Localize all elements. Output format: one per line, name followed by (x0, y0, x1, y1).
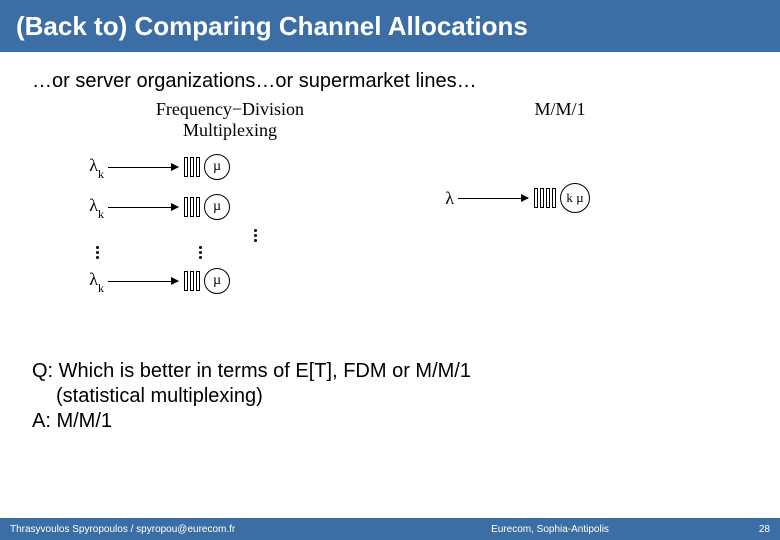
fdm-title: Frequency−Division Multiplexing (80, 99, 380, 141)
mm1-column: M/M/1 λ k µ (430, 99, 690, 218)
fdm-row: λk µ (80, 261, 380, 301)
title-bar: (Back to) Comparing Channel Allocations (0, 0, 780, 52)
arrow-icon (108, 207, 178, 208)
footer-bar: Thrasyvoulos Spyropoulos / spyropou@eure… (0, 518, 780, 540)
fdm-row: λk µ (80, 147, 380, 187)
queue-icon (534, 188, 556, 208)
subtitle-text: …or server organizations…or supermarket … (0, 52, 780, 93)
footer-author: Thrasyvoulos Spyropoulos / spyropou@eure… (10, 524, 370, 535)
queue-icon (184, 271, 200, 291)
lambda-over-k: λk (80, 195, 104, 220)
queue-icon (184, 157, 200, 177)
vertical-dots-icon (96, 246, 99, 259)
qa-block: Q: Which is better in terms of E[T], FDM… (0, 359, 780, 434)
answer-line: A: M/M/1 (32, 409, 748, 434)
question-line-1: Q: Which is better in terms of E[T], FDM… (32, 359, 748, 384)
mm1-title: M/M/1 (430, 99, 690, 120)
fdm-row: λk µ (80, 187, 380, 227)
vertical-dots-icon (130, 229, 380, 242)
arrow-icon (108, 281, 178, 282)
server-icon: µ (204, 194, 230, 220)
arrow-icon (108, 167, 178, 168)
lambda-label: λ (430, 188, 454, 209)
lambda-over-k: λk (80, 269, 104, 294)
slide-title: (Back to) Comparing Channel Allocations (16, 11, 528, 42)
queue-icon (184, 197, 200, 217)
fdm-column: Frequency−Division Multiplexing λk µ λk … (80, 99, 380, 301)
lambda-over-k: λk (80, 155, 104, 180)
server-kmu-icon: k µ (560, 183, 590, 213)
vertical-dots-icon (199, 246, 202, 259)
slide: (Back to) Comparing Channel Allocations … (0, 0, 780, 540)
mm1-row: λ k µ (430, 178, 690, 218)
server-icon: µ (204, 268, 230, 294)
arrow-icon (458, 198, 528, 199)
question-line-2: (statistical multiplexing) (32, 384, 748, 409)
server-icon: µ (204, 154, 230, 180)
footer-page-number: 28 (730, 524, 770, 535)
footer-affiliation: Eurecom, Sophia-Antipolis (370, 524, 730, 535)
diagram-area: Frequency−Division Multiplexing λk µ λk … (0, 99, 780, 359)
